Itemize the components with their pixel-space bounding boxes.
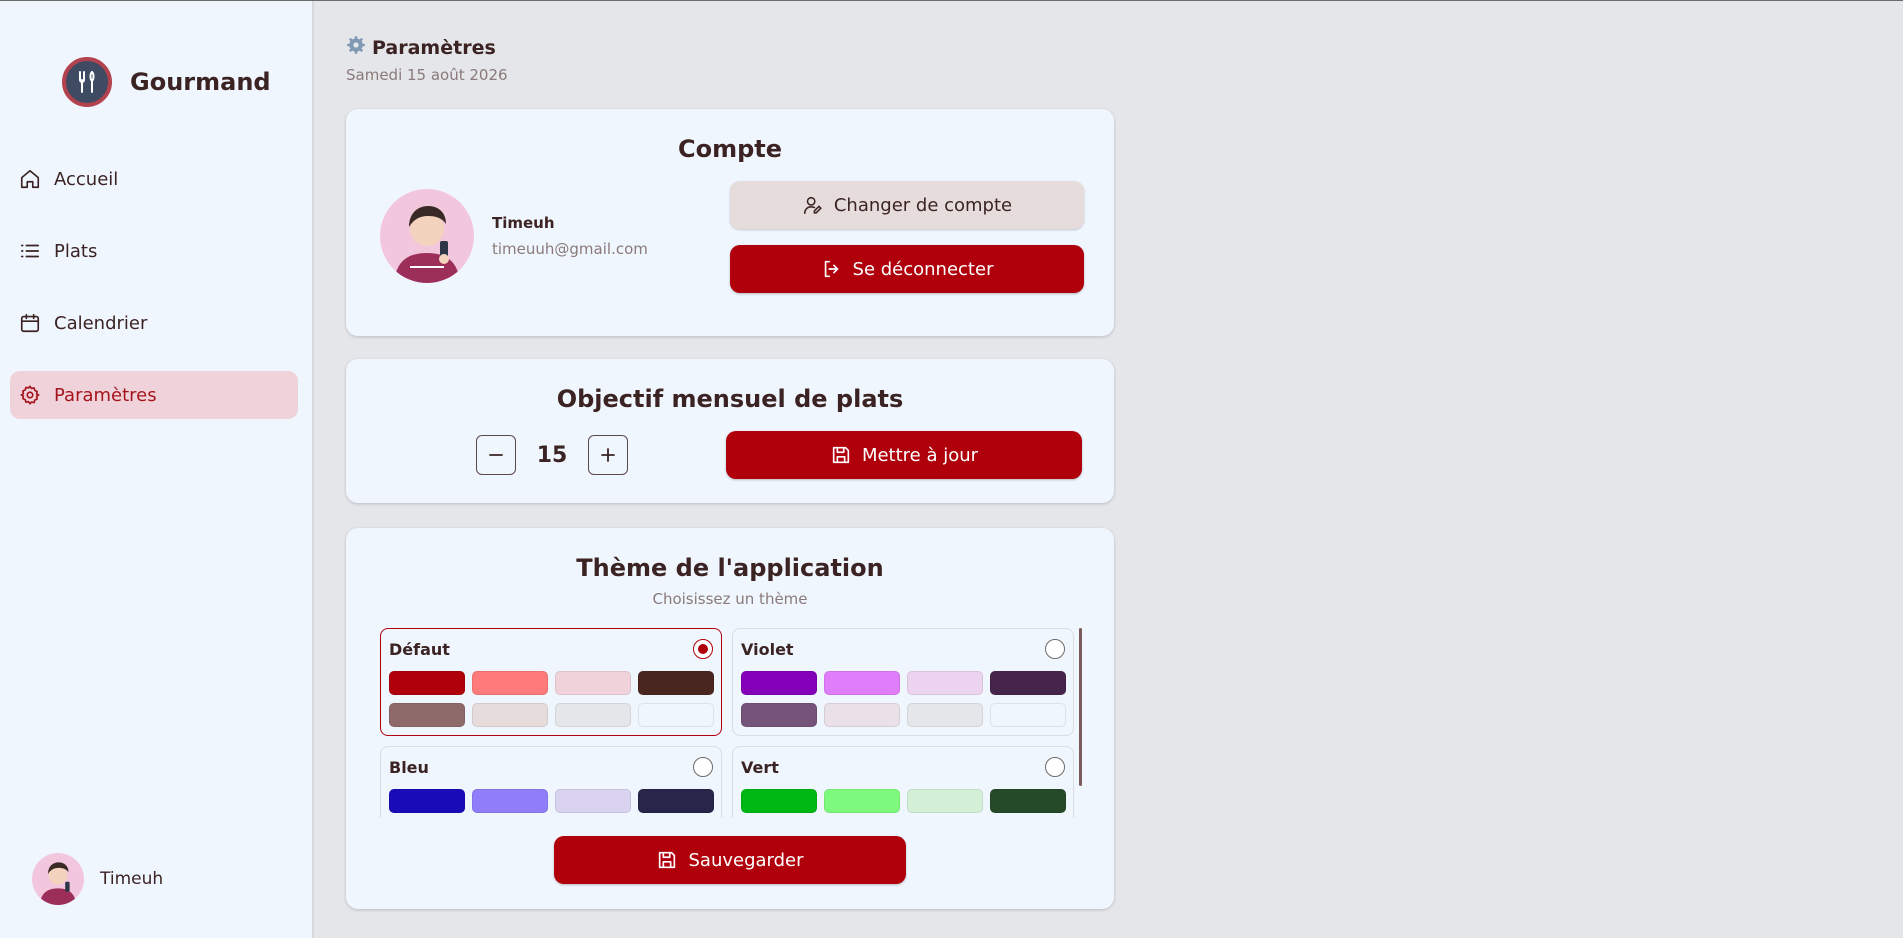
avatar	[380, 189, 474, 283]
plus-icon	[601, 448, 615, 462]
fork-knife-icon	[62, 57, 112, 107]
theme-name: Défaut	[389, 639, 450, 659]
color-swatch	[638, 671, 714, 695]
color-swatch	[555, 703, 631, 727]
save-theme-label: Sauvegarder	[688, 849, 804, 871]
theme-option-violet[interactable]: Violet	[732, 628, 1074, 736]
color-swatch	[741, 789, 817, 813]
page-header: Paramètres Samedi 15 août 2026	[346, 35, 508, 84]
color-swatch	[638, 789, 714, 813]
page-title: Paramètres	[346, 35, 508, 60]
theme-swatches	[389, 789, 714, 818]
profile: Timeuh timeuuh@gmail.com	[380, 189, 648, 283]
goal-title: Objectif mensuel de plats	[556, 385, 904, 413]
theme-option-bleu[interactable]: Bleu	[380, 746, 722, 818]
color-swatch	[990, 703, 1066, 727]
increment-button[interactable]	[588, 435, 628, 475]
sidebar-item-accueil[interactable]: Accueil	[10, 155, 298, 203]
logout-label: Se déconnecter	[852, 258, 994, 280]
page-date: Samedi 15 août 2026	[346, 66, 508, 84]
theme-option-vert[interactable]: Vert	[732, 746, 1074, 818]
save-icon	[830, 444, 852, 466]
brand-name: Gourmand	[130, 68, 271, 96]
profile-info: Timeuh timeuuh@gmail.com	[492, 214, 648, 258]
color-swatch	[907, 703, 983, 727]
gear-icon	[18, 383, 42, 407]
sidebar-user-name: Timeuh	[100, 869, 164, 889]
switch-account-label: Changer de compte	[833, 194, 1013, 216]
color-swatch	[472, 703, 548, 727]
color-swatch	[389, 703, 465, 727]
color-swatch	[824, 789, 900, 813]
switch-account-button[interactable]: Changer de compte	[730, 181, 1084, 229]
color-swatch	[555, 789, 631, 813]
theme-name: Bleu	[389, 757, 429, 777]
theme-title: Thème de l'application	[576, 554, 884, 582]
theme-option-defaut[interactable]: Défaut	[380, 628, 722, 736]
home-icon	[18, 167, 42, 191]
logout-icon	[821, 258, 843, 280]
theme-radio[interactable]	[693, 639, 713, 659]
theme-radio[interactable]	[693, 757, 713, 777]
sidebar-nav: Accueil Plats Calendrier Paramètres	[10, 155, 298, 443]
profile-email: timeuuh@gmail.com	[492, 240, 648, 258]
color-swatch	[907, 671, 983, 695]
sidebar: Gourmand Accueil Plats Calendrier Paramè…	[0, 1, 314, 938]
color-swatch	[741, 703, 817, 727]
sidebar-item-label: Accueil	[54, 168, 119, 190]
theme-list[interactable]: Défaut Violet Bleu Vert	[380, 628, 1080, 818]
save-icon	[656, 849, 678, 871]
goal-value: 15	[536, 442, 568, 468]
color-swatch	[824, 671, 900, 695]
sidebar-item-label: Calendrier	[54, 312, 148, 334]
color-swatch	[990, 671, 1066, 695]
gear-icon	[346, 35, 366, 60]
list-icon	[18, 239, 42, 263]
theme-swatches	[389, 671, 714, 727]
logout-button[interactable]: Se déconnecter	[730, 245, 1084, 293]
color-swatch	[555, 671, 631, 695]
theme-subtitle: Choisissez un thème	[652, 590, 808, 608]
theme-swatches	[741, 789, 1066, 818]
theme-radio[interactable]	[1045, 639, 1065, 659]
theme-name: Vert	[741, 757, 779, 777]
color-swatch	[472, 671, 548, 695]
goal-stepper: 15	[476, 435, 628, 475]
monthly-goal-card: Objectif mensuel de plats 15 Mettre à jo…	[346, 359, 1114, 503]
color-swatch	[990, 789, 1066, 813]
sidebar-user[interactable]: Timeuh	[32, 853, 163, 905]
account-title: Compte	[677, 135, 783, 163]
update-goal-button[interactable]: Mettre à jour	[726, 431, 1082, 479]
sidebar-item-parametres[interactable]: Paramètres	[10, 371, 298, 419]
decrement-button[interactable]	[476, 435, 516, 475]
avatar	[32, 853, 84, 905]
theme-swatches	[741, 671, 1066, 727]
save-theme-button[interactable]: Sauvegarder	[554, 836, 906, 884]
brand[interactable]: Gourmand	[62, 57, 271, 107]
theme-card: Thème de l'application Choisissez un thè…	[346, 528, 1114, 909]
color-swatch	[389, 671, 465, 695]
calendar-icon	[18, 311, 42, 335]
theme-name: Violet	[741, 639, 794, 659]
profile-name: Timeuh	[492, 214, 555, 232]
theme-list-scrollbar[interactable]	[1079, 628, 1082, 786]
user-edit-icon	[802, 194, 824, 216]
page-title-text: Paramètres	[372, 36, 496, 59]
sidebar-item-label: Paramètres	[54, 384, 157, 406]
color-swatch	[638, 703, 714, 727]
update-goal-label: Mettre à jour	[861, 444, 979, 466]
color-swatch	[741, 671, 817, 695]
color-swatch	[907, 789, 983, 813]
sidebar-item-label: Plats	[54, 240, 98, 262]
sidebar-item-calendrier[interactable]: Calendrier	[10, 299, 298, 347]
account-card: Compte Timeuh timeuuh@gmail.com Changer …	[346, 109, 1114, 336]
theme-radio[interactable]	[1045, 757, 1065, 777]
minus-icon	[489, 454, 503, 456]
color-swatch	[824, 703, 900, 727]
color-swatch	[472, 789, 548, 813]
sidebar-item-plats[interactable]: Plats	[10, 227, 298, 275]
color-swatch	[389, 789, 465, 813]
